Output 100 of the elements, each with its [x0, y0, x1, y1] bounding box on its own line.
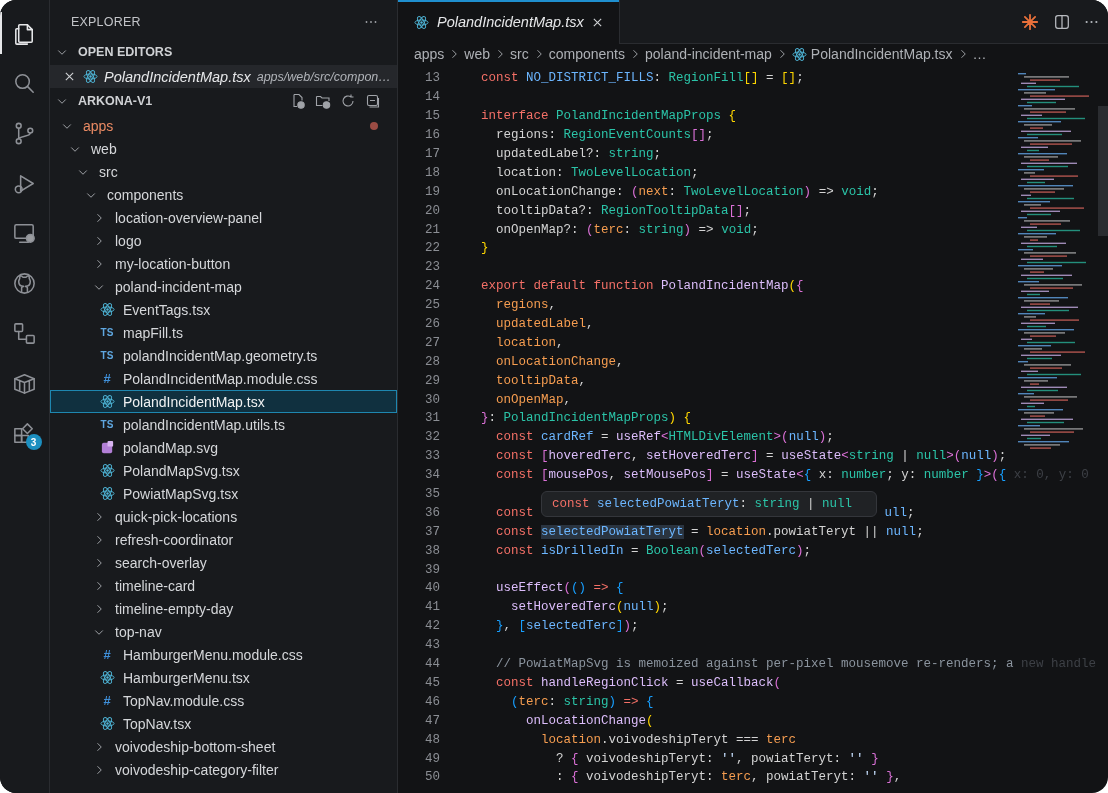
react-icon	[791, 46, 807, 62]
line-number: 20	[424, 203, 440, 218]
tree-item[interactable]: # TopNav.module.css	[50, 689, 397, 712]
tree-item[interactable]: TS polandIncidentMap.geometry.ts	[50, 344, 397, 367]
tree-item[interactable]: TS mapFill.ts	[50, 321, 397, 344]
line-number: 28	[424, 354, 440, 369]
tree-item[interactable]: # PolandIncidentMap.module.css	[50, 367, 397, 390]
code-line: const selectedPowiatTeryt = location.powiatTeryt || null;	[495, 524, 924, 539]
line-number: 27	[424, 335, 440, 350]
count-badge: 3	[25, 434, 42, 450]
tree-item[interactable]: PowiatMapSvg.tsx	[50, 482, 397, 505]
refresh-icon[interactable]	[340, 93, 356, 109]
code-line: regions: RegionEventCounts[];	[495, 128, 714, 143]
tree-item[interactable]: TS polandIncidentMap.utils.ts	[50, 413, 397, 436]
split-editor-icon[interactable]	[1053, 12, 1071, 31]
sparkle-icon[interactable]	[1021, 12, 1039, 31]
code-line: setHoveredTerc(null);	[510, 600, 669, 615]
breadcrumb[interactable]: apps	[414, 46, 445, 62]
line-number: 46	[424, 694, 440, 709]
line-number: 40	[424, 581, 440, 596]
code-line: const handleRegionClick = useCallback(	[495, 675, 782, 690]
close-icon[interactable]	[591, 16, 603, 28]
scrollbar-thumb[interactable]	[1098, 106, 1108, 236]
tree-item[interactable]: # HamburgerMenu.module.css	[50, 643, 397, 666]
line-number: 31	[424, 411, 440, 426]
react-icon	[414, 14, 429, 30]
code-line: (terc: string) => {	[510, 694, 654, 709]
line-number: 18	[424, 165, 440, 180]
line-number: 19	[424, 184, 440, 199]
line-number: 14	[424, 90, 440, 105]
line-number: 25	[424, 298, 440, 313]
tree-item[interactable]: search-overlay	[50, 551, 397, 574]
typescript-icon: TS	[99, 327, 115, 338]
breadcrumb[interactable]: …	[972, 46, 987, 62]
tree-item[interactable]: components	[50, 183, 397, 206]
tree-item[interactable]: polandMap.svg	[50, 436, 397, 459]
tree-item[interactable]: logo	[50, 229, 397, 252]
tree-item[interactable]: voivodeship-category-filter	[50, 758, 397, 781]
line-number: 41	[424, 600, 440, 615]
tree-item[interactable]: PolandIncidentMap.tsx	[50, 390, 397, 413]
code-line: interface PolandIncidentMapProps {	[481, 109, 737, 124]
code-line: }: PolandIncidentMapProps) {	[481, 411, 692, 426]
code-line: onOpenMap,	[495, 392, 572, 407]
more-icon[interactable]	[1085, 19, 1098, 24]
tree-item[interactable]: EventTags.tsx	[50, 298, 397, 321]
breadcrumb[interactable]: components	[548, 46, 625, 62]
tree-item[interactable]: timeline-empty-day	[50, 597, 397, 620]
line-number: 38	[424, 543, 440, 558]
new-file-icon[interactable]	[290, 93, 306, 109]
section-header[interactable]: ARKONA-V1	[54, 93, 153, 109]
tree-item[interactable]: TopNav.tsx	[50, 712, 397, 735]
extensions-tab[interactable]: 3	[0, 412, 50, 454]
collapse-all-icon[interactable]	[365, 93, 381, 109]
line-number: 36	[424, 505, 440, 520]
breadcrumb[interactable]: src	[510, 46, 529, 62]
react-icon	[99, 394, 115, 409]
tree-item[interactable]: top-nav	[50, 620, 397, 643]
tree-item[interactable]: src	[50, 160, 397, 183]
line-number: 33	[424, 449, 440, 464]
line-number: 30	[424, 392, 440, 407]
line-number: 22	[424, 241, 440, 256]
line-number: 47	[424, 713, 440, 728]
tree-item[interactable]: PolandMapSvg.tsx	[50, 459, 397, 482]
editor-tab[interactable]: PolandIncidentMap.tsx	[398, 0, 620, 44]
code-line: updatedLabel,	[495, 317, 594, 331]
code-line: onLocationChange(	[525, 713, 654, 728]
tree-item[interactable]: timeline-card	[50, 574, 397, 597]
breadcrumb[interactable]: web	[464, 46, 491, 62]
code-line: const isDrilledIn = Boolean(selectedTerc);	[495, 543, 812, 558]
breadcrumb[interactable]: poland-incident-map	[645, 46, 772, 62]
code-line: onLocationChange: (next: TwoLevelLocation) => void;	[495, 184, 879, 199]
tree-item[interactable]: HamburgerMenu.tsx	[50, 666, 397, 689]
line-number: 16	[424, 128, 440, 143]
tree-item[interactable]: apps	[50, 114, 397, 137]
image-file-icon	[99, 440, 115, 455]
hash-icon: #	[99, 693, 115, 708]
tree-item[interactable]: refresh-coordinator	[50, 528, 397, 551]
line-number: 29	[424, 373, 440, 388]
tree-item[interactable]: web	[50, 137, 397, 160]
hash-icon: #	[99, 371, 115, 386]
line-number: 23	[424, 260, 440, 275]
close-icon[interactable]	[64, 71, 75, 82]
tree-item[interactable]: quick-pick-locations	[50, 505, 397, 528]
breadcrumb[interactable]: PolandIncidentMap.tsx	[810, 46, 953, 62]
code-line: onLocationChange,	[495, 354, 624, 369]
section-header[interactable]: OPEN EDITORS	[50, 44, 397, 60]
tree-item[interactable]: poland-incident-map	[50, 275, 397, 298]
line-number: 50	[424, 770, 440, 785]
hash-icon: #	[99, 647, 115, 662]
line-number: 13	[424, 71, 440, 86]
new-folder-icon[interactable]	[315, 93, 331, 109]
tree-item[interactable]: voivodeship-bottom-sheet	[50, 735, 397, 758]
tree-item[interactable]: my-location-button	[50, 252, 397, 275]
open-editor-item[interactable]: PolandIncidentMap.tsx apps/web/src/compon…	[50, 65, 397, 88]
code-line: }, [selectedTerc]);	[495, 619, 639, 634]
line-number: 26	[424, 317, 440, 331]
tree-item[interactable]: location-overview-panel	[50, 206, 397, 229]
line-number: 32	[424, 430, 440, 445]
more-icon[interactable]	[365, 20, 377, 24]
code-line: tooltipData?: RegionTooltipData[];	[495, 203, 752, 218]
